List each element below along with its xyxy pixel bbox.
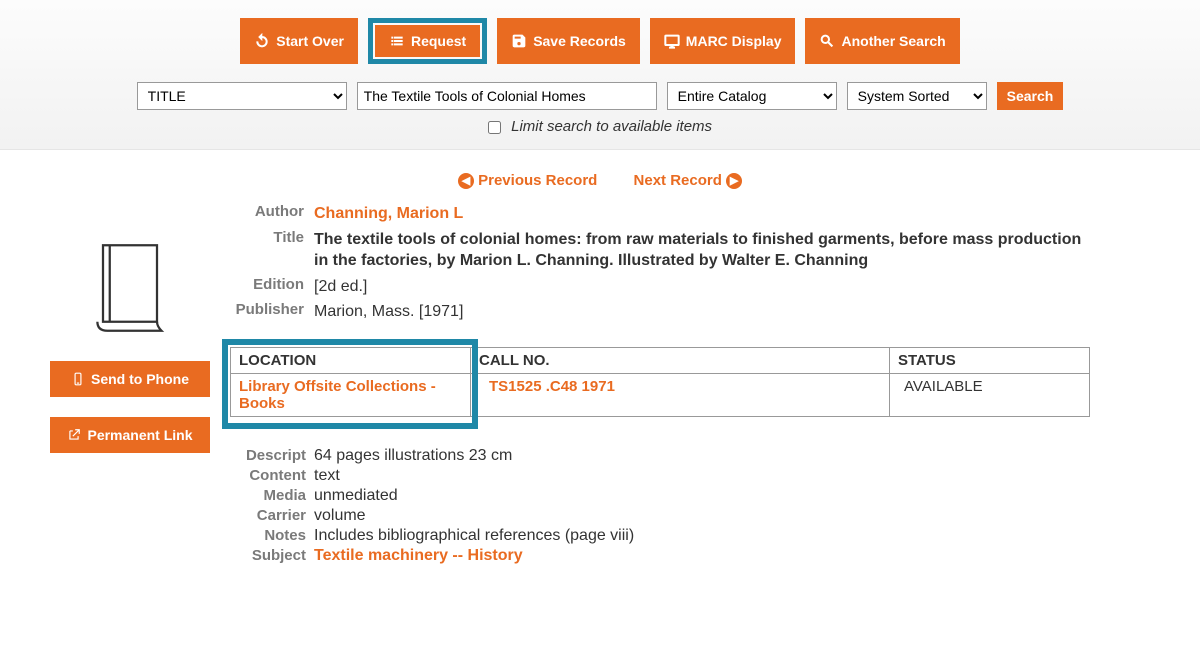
descript-label: Descript — [230, 447, 314, 465]
search-button[interactable]: Search — [997, 82, 1064, 110]
save-records-label: Save Records — [533, 33, 626, 49]
save-records-button[interactable]: Save Records — [497, 18, 640, 64]
search-query-input[interactable] — [357, 82, 657, 110]
toolbar-buttons: Start Over Request Save Records MARC Dis… — [240, 18, 959, 64]
request-label: Request — [411, 33, 466, 49]
request-highlight: Request — [368, 18, 487, 64]
next-record-link[interactable]: Next Record ▶ — [634, 172, 743, 189]
content-label: Content — [230, 467, 314, 485]
carrier-value: volume — [314, 507, 366, 525]
callno-link[interactable]: TS1525 .C48 1971 — [479, 378, 615, 395]
content-value: text — [314, 467, 340, 485]
author-label: Author — [230, 203, 314, 225]
external-link-icon — [67, 428, 81, 442]
notes-label: Notes — [230, 527, 314, 545]
record-title: The textile tools of colonial homes: fro… — [314, 229, 1090, 272]
record-nav: ◀ Previous Record Next Record ▶ — [0, 150, 1200, 203]
undo-icon — [254, 33, 270, 49]
limit-available-label: Limit search to available items — [511, 118, 712, 135]
list-icon — [389, 33, 405, 49]
location-link[interactable]: Library Offsite Collections - Books — [239, 378, 436, 412]
previous-record-link[interactable]: ◀ Previous Record — [458, 172, 602, 189]
search-icon — [819, 33, 835, 49]
another-search-label: Another Search — [841, 33, 945, 49]
chevron-right-icon: ▶ — [726, 173, 742, 189]
subject-label: Subject — [230, 547, 314, 565]
holdings-table: LOCATION CALL NO. STATUS Library Offsite… — [230, 347, 1090, 417]
description-block: Descript64 pages illustrations 23 cm Con… — [230, 447, 1090, 565]
limit-row: Limit search to available items — [0, 118, 1200, 135]
phone-icon — [71, 372, 85, 386]
toolbar: Start Over Request Save Records MARC Dis… — [0, 0, 1200, 150]
main: Send to Phone Permanent Link Author Chan… — [0, 203, 1200, 607]
search-index-select[interactable]: TITLE — [137, 82, 347, 110]
monitor-icon — [664, 33, 680, 49]
save-icon — [511, 33, 527, 49]
permanent-link-label: Permanent Link — [87, 427, 192, 443]
notes-value: Includes bibliographical references (pag… — [314, 527, 634, 545]
table-header-row: LOCATION CALL NO. STATUS — [231, 348, 1090, 374]
search-scope-select[interactable]: Entire Catalog — [667, 82, 837, 110]
media-value: unmediated — [314, 487, 398, 505]
media-label: Media — [230, 487, 314, 505]
start-over-label: Start Over — [276, 33, 344, 49]
publisher-label: Publisher — [230, 301, 314, 323]
request-button[interactable]: Request — [375, 25, 480, 57]
book-placeholder-icon — [95, 243, 165, 333]
col-callno: CALL NO. — [471, 348, 890, 374]
title-label: Title — [230, 229, 314, 272]
col-location: LOCATION — [231, 348, 471, 374]
descript-value: 64 pages illustrations 23 cm — [314, 447, 512, 465]
holdings-section: LOCATION CALL NO. STATUS Library Offsite… — [230, 347, 1090, 417]
status-value: AVAILABLE — [890, 374, 1090, 417]
table-row: Library Offsite Collections - Books TS15… — [231, 374, 1090, 417]
permanent-link-button[interactable]: Permanent Link — [50, 417, 210, 453]
search-row: TITLE Entire Catalog System Sorted Searc… — [0, 82, 1200, 110]
carrier-label: Carrier — [230, 507, 314, 525]
marc-display-button[interactable]: MARC Display — [650, 18, 796, 64]
edition-label: Edition — [230, 276, 314, 298]
chevron-left-icon: ◀ — [458, 173, 474, 189]
subject-link[interactable]: Textile machinery -- History — [314, 547, 523, 564]
record-detail: Author Channing, Marion L Title The text… — [230, 203, 1090, 567]
search-sort-select[interactable]: System Sorted — [847, 82, 987, 110]
send-to-phone-label: Send to Phone — [91, 371, 189, 387]
record-edition: [2d ed.] — [314, 276, 367, 298]
record-publisher: Marion, Mass. [1971] — [314, 301, 463, 323]
start-over-button[interactable]: Start Over — [240, 18, 358, 64]
left-column: Send to Phone Permanent Link — [30, 203, 230, 567]
send-to-phone-button[interactable]: Send to Phone — [50, 361, 210, 397]
limit-available-checkbox[interactable] — [488, 121, 501, 134]
another-search-button[interactable]: Another Search — [805, 18, 959, 64]
col-status: STATUS — [890, 348, 1090, 374]
marc-display-label: MARC Display — [686, 33, 782, 49]
author-link[interactable]: Channing, Marion L — [314, 205, 463, 222]
